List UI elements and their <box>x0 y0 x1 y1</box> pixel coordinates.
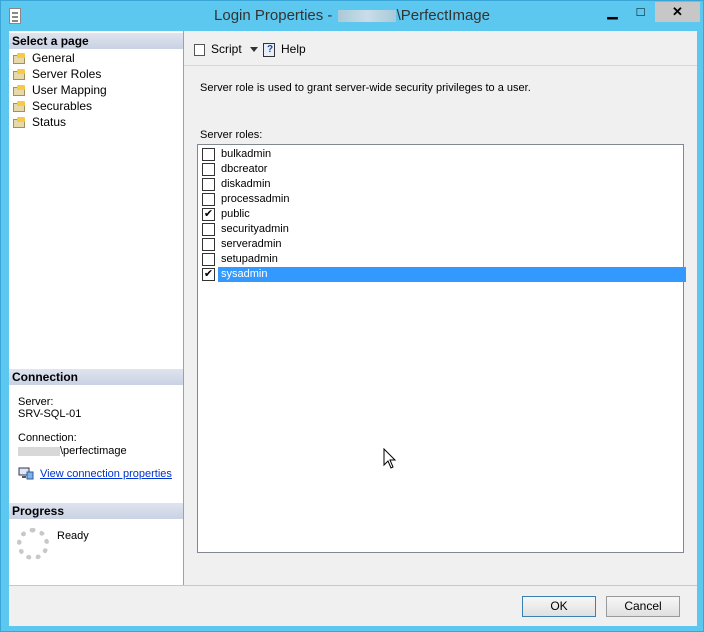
page-item-label: Securables <box>32 99 93 113</box>
connection-value-text: \perfectimage <box>60 445 127 457</box>
server-label: Server: <box>18 396 54 408</box>
dialog-client-area: Select a page General Server Roles User … <box>9 31 697 626</box>
role-row-setupadmin[interactable]: setupadmin <box>199 252 683 267</box>
page-item-label: Server Roles <box>32 67 102 81</box>
connection-label: Connection: <box>18 432 77 444</box>
progress-status: Ready <box>57 530 89 542</box>
connection-header: Connection <box>9 369 183 385</box>
server-roles-page: Server role is used to grant server-wide… <box>184 66 697 585</box>
dialog-footer: OK Cancel <box>9 585 697 626</box>
role-checkbox[interactable] <box>202 178 215 191</box>
close-button[interactable]: ✕ <box>655 2 700 22</box>
help-icon <box>263 42 277 58</box>
page-item-securables[interactable]: Securables <box>13 98 92 114</box>
page-description: Server role is used to grant server-wide… <box>200 82 531 94</box>
role-row-processadmin[interactable]: processadmin <box>199 192 683 207</box>
role-checkbox[interactable] <box>202 223 215 236</box>
page-icon <box>13 100 27 113</box>
progress-spinner-icon <box>17 528 49 560</box>
script-label: Script <box>211 42 242 56</box>
role-label: diskadmin <box>221 178 271 190</box>
connection-properties-icon <box>18 467 34 480</box>
left-pane: Select a page General Server Roles User … <box>9 31 184 585</box>
select-page-header: Select a page <box>9 33 183 49</box>
chevron-down-icon[interactable] <box>249 47 258 53</box>
role-checkbox[interactable] <box>202 253 215 266</box>
progress-header: Progress <box>9 503 183 519</box>
page-icon <box>13 68 27 81</box>
role-row-serveradmin[interactable]: serveradmin <box>199 237 683 252</box>
role-checkbox[interactable] <box>202 193 215 206</box>
redacted-server-name <box>337 10 396 23</box>
view-connection-properties-link[interactable]: View connection properties <box>40 468 172 480</box>
role-label: sysadmin <box>218 267 686 282</box>
minimize-button[interactable]: ▁ <box>599 2 626 22</box>
help-button[interactable]: Help <box>263 41 306 58</box>
server-value: SRV-SQL-01 <box>18 408 82 420</box>
connection-value: \perfectimage <box>18 445 127 457</box>
window-title-suffix: \PerfectImage <box>396 7 490 24</box>
server-roles-label: Server roles: <box>200 129 263 141</box>
role-row-sysadmin[interactable]: ✔ sysadmin <box>199 267 686 282</box>
page-icon <box>13 52 27 65</box>
role-label: processadmin <box>221 193 290 205</box>
redacted-domain <box>18 446 60 456</box>
role-label: public <box>221 208 250 220</box>
role-row-bulkadmin[interactable]: bulkadmin <box>199 147 683 162</box>
role-label: dbcreator <box>221 163 268 175</box>
role-label: securityadmin <box>221 223 289 235</box>
role-row-public[interactable]: ✔ public <box>199 207 683 222</box>
window-title-prefix: Login Properties - <box>214 7 337 24</box>
page-item-status[interactable]: Status <box>13 114 66 130</box>
role-checkbox[interactable]: ✔ <box>202 208 215 221</box>
server-roles-list[interactable]: bulkadmin dbcreator diskadmin processadmin ✔… <box>197 144 686 553</box>
script-icon <box>193 43 207 57</box>
role-label: serveradmin <box>221 238 282 250</box>
role-checkbox[interactable] <box>202 148 215 161</box>
maximize-button[interactable]: □ <box>627 2 654 22</box>
page-item-server-roles[interactable]: Server Roles <box>13 66 101 82</box>
page-item-label: General <box>32 51 75 65</box>
role-label: setupadmin <box>221 253 278 265</box>
page-icon <box>13 84 27 97</box>
page-item-label: User Mapping <box>32 83 107 97</box>
role-label: bulkadmin <box>221 148 272 160</box>
page-icon <box>13 116 27 129</box>
role-row-securityadmin[interactable]: securityadmin <box>199 222 683 237</box>
role-checkbox[interactable] <box>202 163 215 176</box>
role-row-diskadmin[interactable]: diskadmin <box>199 177 683 192</box>
page-item-label: Status <box>32 115 67 129</box>
window-title: Login Properties - \PerfectImage <box>1 7 703 24</box>
page-item-general[interactable]: General <box>13 50 75 66</box>
toolbar: Script Help <box>184 31 697 66</box>
title-bar[interactable]: Login Properties - \PerfectImage ▁ □ ✕ <box>1 1 703 31</box>
cancel-button[interactable]: Cancel <box>606 596 680 617</box>
ok-button[interactable]: OK <box>522 596 596 617</box>
script-button[interactable]: Script <box>193 41 258 57</box>
role-checkbox[interactable] <box>202 238 215 251</box>
role-checkbox[interactable]: ✔ <box>202 268 215 281</box>
help-label: Help <box>281 42 306 56</box>
page-item-user-mapping[interactable]: User Mapping <box>13 82 107 98</box>
login-properties-window: Login Properties - \PerfectImage ▁ □ ✕ S… <box>0 0 704 632</box>
role-row-dbcreator[interactable]: dbcreator <box>199 162 683 177</box>
